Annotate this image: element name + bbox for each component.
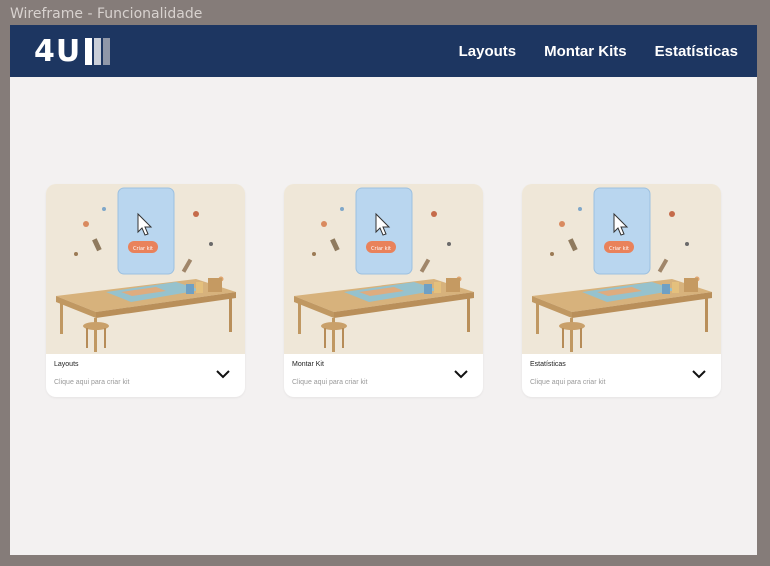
nav-link-layouts[interactable]: Layouts xyxy=(459,43,517,60)
create-kit-button-art: Criar kit xyxy=(371,246,391,252)
workshop-illustration-image: Criar kit xyxy=(522,184,721,354)
top-navbar: 4U Layouts Montar Kits Estatísticas xyxy=(10,25,757,77)
card-title: Estatísticas xyxy=(530,361,566,368)
chevron-down-icon[interactable] xyxy=(215,367,231,381)
card-montar-kit[interactable]: Criar kit Montar Kit Clique aqui para cr… xyxy=(284,184,483,397)
frame-label: Wireframe - Funcionalidade xyxy=(10,6,203,22)
nav-links: Layouts Montar Kits Estatísticas xyxy=(459,25,738,77)
card-estatisticas[interactable]: Criar kit Estatísticas Clique aqui para … xyxy=(522,184,721,397)
logo-text: 4U xyxy=(34,33,82,69)
card-layouts[interactable]: Criar kit Layouts Clique aqui para criar… xyxy=(46,184,245,397)
nav-link-montar-kits[interactable]: Montar Kits xyxy=(544,43,627,60)
wireframe-canvas: 4U Layouts Montar Kits Estatísticas Cria… xyxy=(10,25,757,555)
brand-logo[interactable]: 4U xyxy=(34,34,111,69)
create-kit-button-art: Criar kit xyxy=(133,246,153,252)
chevron-down-icon[interactable] xyxy=(691,367,707,381)
logo-bars-icon xyxy=(85,37,111,65)
card-title: Montar Kit xyxy=(292,361,324,368)
workshop-illustration-image: Criar kit xyxy=(46,184,245,354)
nav-link-estatisticas[interactable]: Estatísticas xyxy=(655,43,738,60)
create-kit-button-art: Criar kit xyxy=(609,246,629,252)
card-subtitle: Clique aqui para criar kit xyxy=(530,379,606,386)
chevron-down-icon[interactable] xyxy=(453,367,469,381)
card-subtitle: Clique aqui para criar kit xyxy=(54,379,130,386)
workshop-illustration-image: Criar kit xyxy=(284,184,483,354)
card-subtitle: Clique aqui para criar kit xyxy=(292,379,368,386)
card-title: Layouts xyxy=(54,361,79,368)
